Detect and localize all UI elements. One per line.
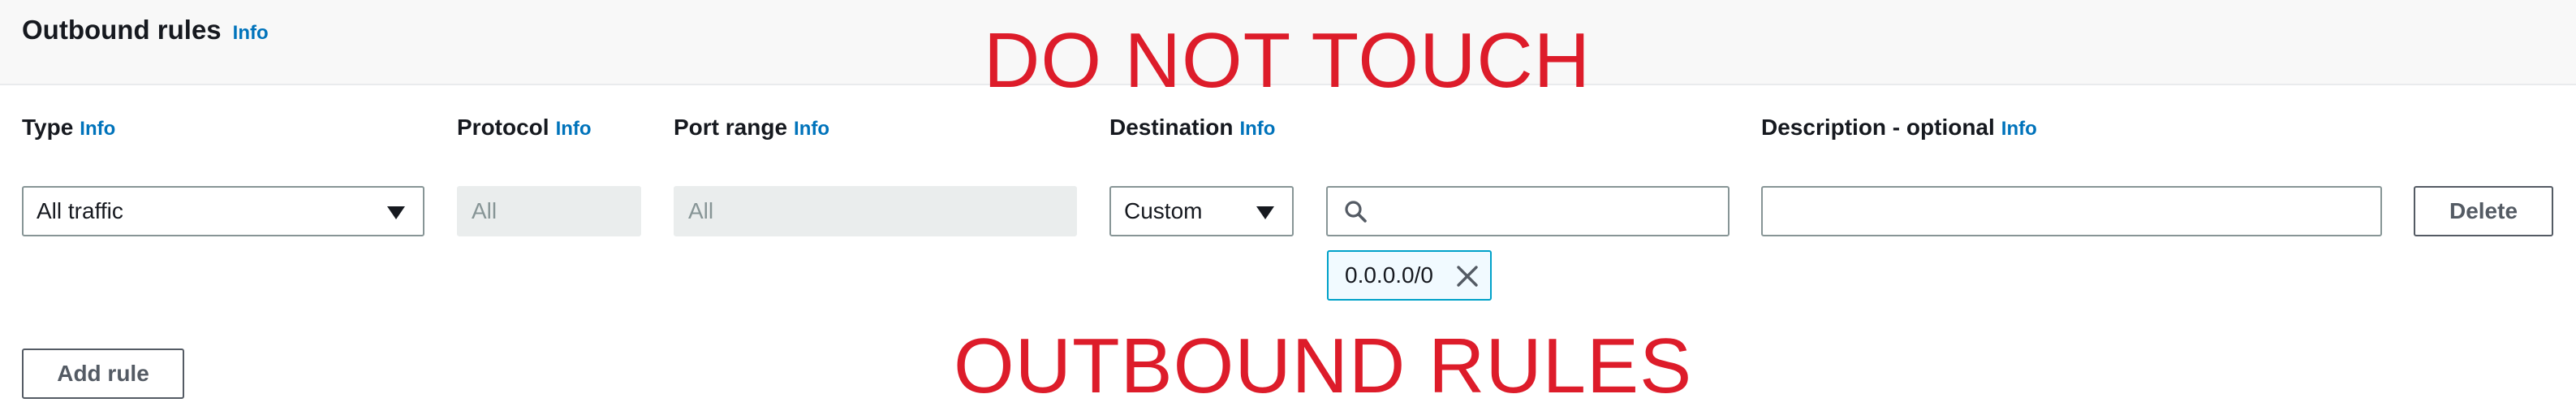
destination-label-row: Destination Info (1109, 115, 1275, 141)
destination-label: Destination (1109, 115, 1234, 140)
section-info-link[interactable]: Info (233, 22, 269, 44)
destination-info-link[interactable]: Info (1239, 118, 1275, 140)
destination-mode-select[interactable]: Custom (1109, 186, 1294, 236)
section-title: Outbound rules (22, 15, 222, 45)
port-range-label: Port range (674, 115, 788, 140)
caret-down-icon (1256, 206, 1274, 219)
description-label: Description - optional (1761, 115, 1995, 140)
search-icon (1345, 201, 1367, 223)
destination-token-value: 0.0.0.0/0 (1345, 262, 1433, 288)
protocol-label-row: Protocol Info (457, 115, 592, 141)
port-range-info-link[interactable]: Info (794, 118, 829, 140)
port-range-label-row: Port range Info (674, 115, 829, 141)
caret-down-icon (387, 206, 405, 219)
delete-button[interactable]: Delete (2414, 186, 2553, 236)
destination-search-input[interactable] (1326, 186, 1730, 236)
add-rule-button[interactable]: Add rule (22, 349, 184, 399)
section-title-row: Outbound rules Info (22, 15, 269, 45)
close-icon[interactable] (1454, 263, 1480, 289)
description-label-row: Description - optional Info (1761, 115, 2037, 141)
protocol-field: All (457, 186, 641, 236)
overlay-outbound-rules: OUTBOUND RULES (954, 323, 1693, 409)
type-label-row: Type Info (22, 115, 115, 141)
type-label: Type (22, 115, 74, 140)
port-range-value: All (688, 198, 714, 223)
destination-mode-value: Custom (1124, 198, 1203, 223)
type-select[interactable]: All traffic (22, 186, 424, 236)
destination-token: 0.0.0.0/0 (1327, 250, 1492, 301)
protocol-info-link[interactable]: Info (556, 118, 592, 140)
protocol-label: Protocol (457, 115, 549, 140)
port-range-field: All (674, 186, 1077, 236)
description-input[interactable] (1761, 186, 2382, 236)
protocol-value: All (472, 198, 498, 223)
type-info-link[interactable]: Info (80, 118, 115, 140)
overlay-do-not-touch: DO NOT TOUCH (984, 17, 1592, 104)
type-select-value: All traffic (37, 198, 123, 223)
description-info-link[interactable]: Info (2001, 118, 2037, 140)
